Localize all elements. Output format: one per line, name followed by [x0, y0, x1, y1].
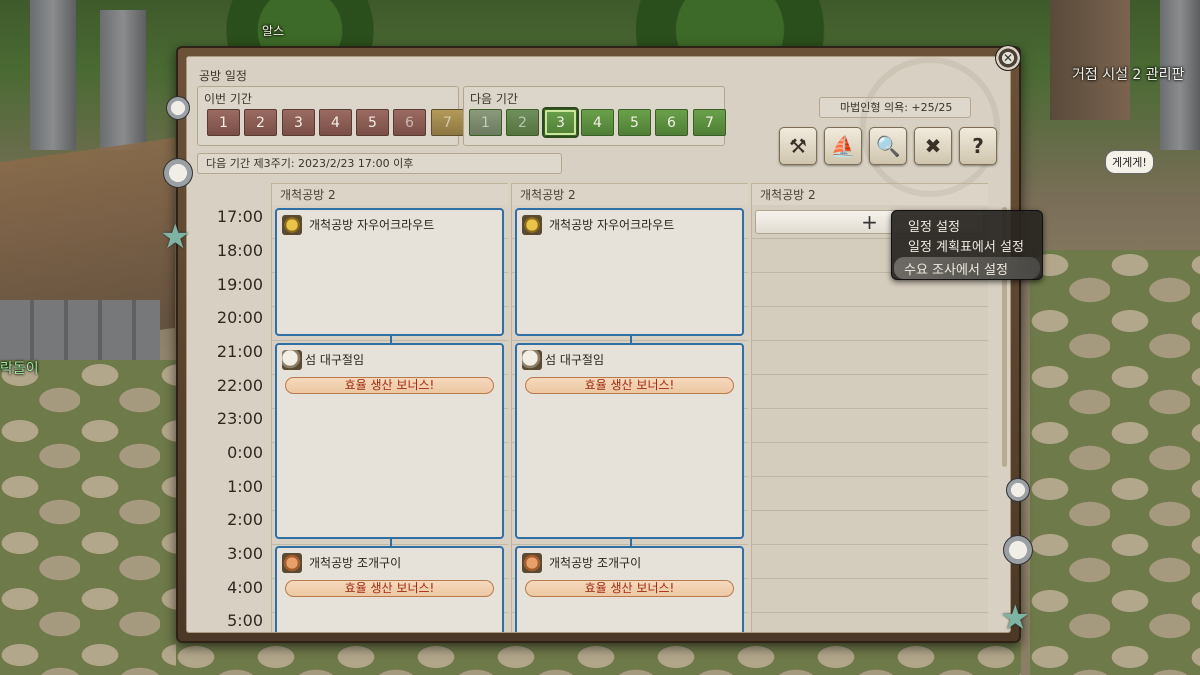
current-period-day-2[interactable]: 2 — [244, 109, 277, 136]
menu-item-set-from-planner[interactable]: 일정 계획표에서 설정 — [908, 236, 1024, 255]
gold-coin-icon — [522, 215, 542, 235]
schedule-task[interactable]: 개척공방 자우어크라우트 — [275, 208, 504, 336]
time-label: 1:00 — [227, 477, 263, 496]
close-icon[interactable]: ✕ — [995, 45, 1021, 71]
current-period-day-3[interactable]: 3 — [282, 109, 315, 136]
menu-item-schedule-set[interactable]: 일정 설정 — [908, 216, 960, 235]
next-period-day-1[interactable]: 1 — [469, 109, 502, 136]
current-period-day-1[interactable]: 1 — [207, 109, 240, 136]
time-label: 19:00 — [216, 275, 263, 294]
task-title: 개척공방 조개구이 — [549, 556, 642, 570]
column-header: 개척공방 2 — [271, 183, 508, 205]
efficiency-bonus-badge: 효율 생산 보너스! — [525, 377, 734, 394]
help-icon[interactable]: ? — [959, 127, 997, 165]
workshop-icon[interactable]: ⚒ — [779, 127, 817, 165]
ornament-icon — [166, 96, 190, 120]
schedule-task[interactable]: 섬 대구절임 효율 생산 보너스! — [515, 343, 744, 539]
shell-icon — [282, 553, 302, 573]
hud-nameplate-left: 락돌이 — [0, 361, 39, 377]
next-period-label: 다음 기간 — [470, 92, 518, 106]
star-icon: ★ — [160, 217, 191, 257]
task-title: 섬 대구절임 — [305, 353, 365, 367]
schedule-task[interactable]: 섬 대구절임 효율 생산 보너스! — [275, 343, 504, 539]
clear-icon[interactable]: ✖ — [914, 127, 952, 165]
next-period-day-7[interactable]: 7 — [693, 109, 726, 136]
time-label: 2:00 — [227, 510, 263, 529]
star-icon: ★ — [1000, 598, 1031, 638]
time-label: 3:00 — [227, 544, 263, 563]
hud-location-label: 거점 시설 2 관리판 — [1072, 67, 1185, 83]
time-label: 0:00 — [227, 443, 263, 462]
voyage-icon[interactable]: ⛵ — [824, 127, 862, 165]
time-label: 5:00 — [227, 611, 263, 630]
ornament-icon — [1003, 535, 1033, 565]
hud-nameplate-top: 알스 — [262, 24, 285, 38]
workshop-column-2: 개척공방 2 개척공방 자우어크라우트 섬 대구절임 효율 생산 보너스! 개척… — [511, 183, 748, 632]
time-label: 21:00 — [216, 342, 263, 361]
task-title: 개척공방 자우어크라우트 — [309, 218, 435, 232]
column-header: 개척공방 2 — [751, 183, 988, 205]
next-period-info: 다음 기간 제3주기: 2023/2/23 17:00 이후 — [197, 153, 562, 174]
next-period-group: 다음 기간 1 2 3 4 5 6 7 — [463, 86, 726, 146]
gold-coin-icon — [282, 215, 302, 235]
window-title: 공방 일정 — [199, 69, 247, 83]
speech-bubble: 게게게! — [1105, 150, 1154, 174]
task-title: 개척공방 자우어크라우트 — [549, 218, 675, 232]
time-label: 17:00 — [216, 207, 263, 226]
current-period-day-4[interactable]: 4 — [319, 109, 352, 136]
current-period-day-6[interactable]: 6 — [393, 109, 426, 136]
time-label: 18:00 — [216, 241, 263, 260]
demand-search-icon[interactable]: 🔍 — [869, 127, 907, 165]
shell-icon — [522, 553, 542, 573]
schedule-task[interactable]: 개척공방 조개구이 효율 생산 보너스! — [515, 546, 744, 632]
current-period-day-7[interactable]: 7 — [431, 109, 464, 136]
workshop-schedule-window: 공방 일정 이번 기간 1 2 3 4 5 6 7 다음 기간 1 2 3 4 … — [176, 46, 1021, 643]
next-period-day-5[interactable]: 5 — [618, 109, 651, 136]
efficiency-bonus-badge: 효율 생산 보너스! — [525, 580, 734, 597]
time-label: 4:00 — [227, 578, 263, 597]
task-title: 섬 대구절임 — [545, 353, 605, 367]
cloud-icon — [282, 350, 302, 370]
time-label: 22:00 — [216, 376, 263, 395]
next-period-day-2[interactable]: 2 — [506, 109, 539, 136]
menu-item-set-from-demand[interactable]: 수요 조사에서 설정 — [904, 259, 1008, 278]
schedule-task[interactable]: 개척공방 자우어크라우트 — [515, 208, 744, 336]
current-period-group: 이번 기간 1 2 3 4 5 6 7 — [197, 86, 464, 146]
column-header: 개척공방 2 — [511, 183, 748, 205]
window-body: 공방 일정 이번 기간 1 2 3 4 5 6 7 다음 기간 1 2 3 4 … — [186, 56, 1011, 633]
cloud-icon — [522, 350, 542, 370]
context-menu: 일정 설정 일정 계획표에서 설정 수요 조사에서 설정 — [891, 210, 1043, 280]
time-label: 23:00 — [216, 409, 263, 428]
current-period-day-5[interactable]: 5 — [356, 109, 389, 136]
current-period-label: 이번 기간 — [204, 92, 252, 106]
time-label: 20:00 — [216, 308, 263, 327]
task-title: 개척공방 조개구이 — [309, 556, 402, 570]
efficiency-bonus-badge: 효율 생산 보너스! — [285, 377, 494, 394]
next-period-day-6[interactable]: 6 — [655, 109, 688, 136]
workshop-column-1: 개척공방 2 개척공방 자우어크라우트 섬 대구절임 효율 생산 보너스! 개척… — [271, 183, 508, 632]
schedule-task[interactable]: 개척공방 조개구이 효율 생산 보너스! — [275, 546, 504, 632]
magic-doll-motivation: 마법인형 의욕: +25/25 — [819, 97, 971, 118]
next-period-day-3[interactable]: 3 — [542, 107, 579, 138]
efficiency-bonus-badge: 효율 생산 보너스! — [285, 580, 494, 597]
ornament-icon — [1006, 478, 1030, 502]
next-period-day-4[interactable]: 4 — [581, 109, 614, 136]
ornament-icon — [163, 158, 193, 188]
